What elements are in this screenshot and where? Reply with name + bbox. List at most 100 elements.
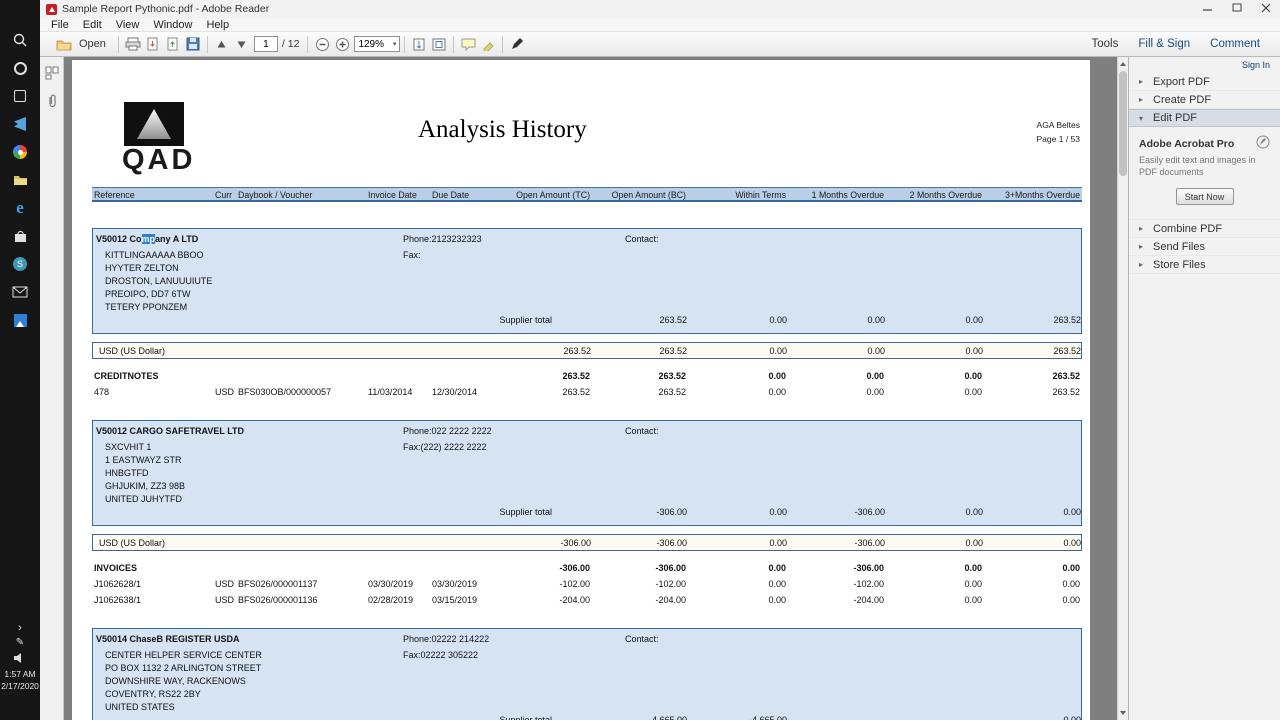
column-header: Due Date [432, 190, 470, 200]
attachments-icon[interactable] [43, 92, 61, 110]
next-page-icon[interactable] [232, 35, 252, 53]
toolbar-separator [307, 35, 309, 53]
vertical-scrollbar[interactable] [1117, 57, 1128, 720]
page-thumbnails-icon[interactable] [43, 64, 61, 82]
tab-fill-sign[interactable]: Fill & Sign [1128, 35, 1200, 53]
print-icon[interactable] [123, 35, 143, 53]
currency-total-row: USD (US Dollar) 263.52 263.52 0.00 0.00 0.00 2… [92, 342, 1082, 359]
save-icon[interactable] [183, 35, 203, 53]
minimize-button[interactable] [1193, 0, 1222, 18]
zoom-out-icon[interactable] [312, 35, 332, 53]
file-explorer-icon[interactable] [5, 168, 35, 192]
tab-comment[interactable]: Comment [1200, 35, 1270, 53]
open-button[interactable]: Open [46, 33, 114, 55]
highlight-icon[interactable] [478, 35, 498, 53]
adobe-reader-window: Sample Report Pythonic.pdf - Adobe Reade… [40, 0, 1280, 720]
zoom-level-select[interactable]: 129% ▾ [354, 36, 401, 52]
supplier-phone: Phone:2123232323 [403, 234, 482, 244]
amount-cell: -4,665.00 [648, 715, 687, 720]
panel-item-label: Store Files [1153, 258, 1206, 271]
cortana-icon[interactable] [5, 56, 35, 80]
export-pdf-icon[interactable] [143, 35, 163, 53]
column-header: Invoice Date [368, 190, 417, 200]
amount-cell: -306.00 [656, 507, 687, 517]
menu-view[interactable]: View [109, 19, 147, 31]
detail-row: J1062628/1 USD BFS026/000001137 03/30/2019 0… [92, 579, 1082, 592]
panel-item-send-files[interactable]: ▸ Send Files [1129, 238, 1280, 257]
maximize-button[interactable] [1222, 0, 1251, 18]
scroll-down-button[interactable] [1118, 707, 1128, 719]
prev-page-icon[interactable] [212, 35, 232, 53]
panel-item-label: Combine PDF [1153, 222, 1223, 235]
reference-cell: 478 [94, 387, 110, 397]
signature-pen-icon[interactable] [507, 35, 527, 53]
panel-item-edit-pdf[interactable]: ▾ Edit PDF [1129, 109, 1280, 127]
close-button[interactable] [1251, 0, 1280, 18]
pen-icon[interactable]: ✎ [7, 635, 33, 650]
toolbar-separator [404, 35, 406, 53]
panel-item-store-files[interactable]: ▸ Store Files [1129, 256, 1280, 275]
comment-tools-group [458, 35, 498, 53]
supplier-total-label: Supplier total [499, 315, 552, 325]
group-label: INVOICES [94, 563, 138, 573]
share-icon[interactable] [163, 35, 183, 53]
currency-label: USD (US Dollar) [99, 538, 166, 548]
amount-cell: 263.52 [562, 371, 590, 381]
supplier-total-row: Supplier total 263.52 0.00 0.00 0.00 263.52 [93, 315, 1081, 328]
panel-item-combine-pdf[interactable]: ▸ Combine PDF [1129, 220, 1280, 239]
page-number-input[interactable]: 1 [253, 36, 278, 52]
acrobat-pro-label: Adobe Acrobat Pro [1139, 137, 1235, 150]
amount-cell: -102.00 [853, 579, 884, 589]
browser-icon[interactable] [5, 140, 35, 164]
supplier-total-row: Supplier total -4,665.00 -4,665.00 0.00 [93, 715, 1081, 720]
column-header: Open Amount (BC) [611, 190, 686, 200]
skype-icon[interactable]: S [5, 252, 35, 276]
qad-logo-mark [137, 109, 171, 139]
amount-cell: 0.00 [965, 538, 983, 548]
scroll-up-button[interactable] [1118, 58, 1128, 70]
supplier-name: V50012 Company A LTD [96, 234, 199, 244]
amount-cell: -306.00 [656, 538, 687, 548]
amount-cell: 263.52 [658, 371, 686, 381]
menu-window[interactable]: Window [146, 19, 199, 31]
mail-icon[interactable] [5, 280, 35, 304]
edit-pdf-description: Easily edit text and images in PDF docum… [1139, 155, 1256, 177]
tab-tools[interactable]: Tools [1082, 35, 1129, 53]
address-line: KITTLINGAAAAA BBOO [105, 250, 204, 260]
amount-cell: -306.00 [854, 538, 885, 548]
volume-icon[interactable] [7, 650, 33, 665]
task-view-icon[interactable] [5, 84, 35, 108]
sticky-note-icon[interactable] [458, 35, 478, 53]
edge-icon[interactable]: e [5, 196, 35, 220]
scrollbar-thumb[interactable] [1119, 71, 1127, 176]
sign-tools-group [507, 35, 527, 53]
menu-help[interactable]: Help [199, 19, 236, 31]
taskbar-clock[interactable]: 1:57 AM 2/17/2020 [1, 669, 39, 692]
hidden-icons-chevron-icon[interactable]: › [7, 620, 33, 635]
amount-cell: 0.00 [965, 346, 983, 356]
document-viewer[interactable]: QAD Analysis History AGA Beltes Page 1 /… [64, 57, 1117, 720]
menu-edit[interactable]: Edit [76, 19, 109, 31]
fit-page-icon[interactable] [429, 35, 449, 53]
panel-items-bottom: ▸ Combine PDF ▸ Send Files ▸ Store Files [1129, 220, 1280, 275]
panel-item-label: Edit PDF [1153, 112, 1198, 124]
photos-icon[interactable] [5, 308, 35, 332]
store-icon[interactable] [5, 224, 35, 248]
scroll-mode-icon[interactable] [409, 35, 429, 53]
supplier-address: KITTLINGAAAAA BBOO HYYTER ZELTON DROSTON, … [105, 249, 212, 314]
panel-item-create-pdf[interactable]: ▸ Create PDF [1129, 91, 1280, 109]
sign-in-link[interactable]: Sign In [1242, 60, 1270, 70]
zoom-in-icon[interactable] [332, 35, 352, 53]
search-icon[interactable] [5, 28, 35, 52]
panel-item-export-pdf[interactable]: ▸ Export PDF [1129, 73, 1280, 91]
amount-cell: 0.00 [1062, 579, 1080, 589]
supplier-fax: Fax: [403, 250, 421, 260]
column-header: Open Amount (TC) [516, 190, 590, 200]
group-total-row: INVOICES -306.00 -306.00 0.00 -306.00 0.00 0.0… [92, 563, 1082, 576]
chevron-down-icon: ▾ [1139, 113, 1144, 123]
amount-cell: 263.52 [658, 387, 686, 397]
start-now-button[interactable]: Start Now [1175, 188, 1234, 206]
menu-file[interactable]: File [44, 19, 76, 31]
visual-studio-icon[interactable] [5, 112, 35, 136]
amount-cell: 0.00 [1063, 507, 1081, 517]
